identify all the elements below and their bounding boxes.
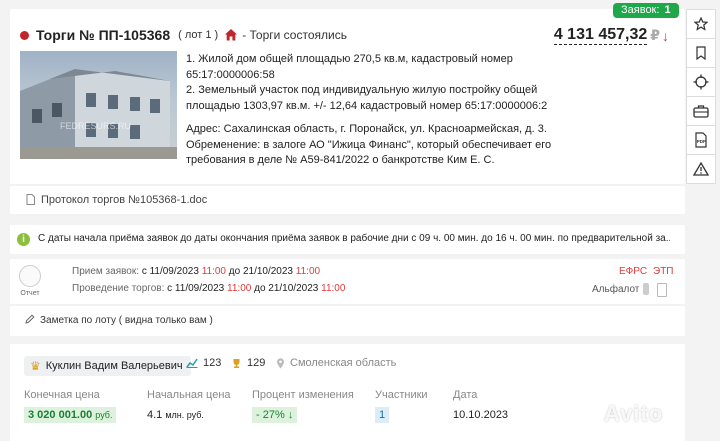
document-row: Протокол торгов №105368-1.doc xyxy=(10,186,685,214)
description-line: Адрес: Сахалинская область, г. Поронайск… xyxy=(186,123,547,135)
photo-watermark: FEDRESURS.RU xyxy=(60,121,131,131)
price-down-icon: ↓ xyxy=(662,27,669,44)
description-line: 1. Жилой дом общей площадью 270,5 кв.м, … xyxy=(186,53,513,65)
stat-chart: 123 xyxy=(186,357,221,369)
change-label: Процент изменения xyxy=(252,389,354,401)
date-col: Дата 10.10.2023 xyxy=(453,389,512,423)
auction-to: до 21/10/2023 xyxy=(254,283,319,294)
change-col: Процент изменения - 27% ↓ xyxy=(252,389,354,423)
location-pin-icon xyxy=(277,357,284,368)
note-label: Заметка по лоту ( видна только вам ) xyxy=(40,315,213,326)
participants-label: Участники xyxy=(375,389,428,401)
lot-price: 4 131 457,32 ₽ ↓ xyxy=(553,26,669,45)
acceptance-from-time: 11:00 xyxy=(201,266,226,277)
info-icon: i xyxy=(17,233,30,246)
auction-dates: Проведение торгов: с 11/09/2023 11:00 до… xyxy=(72,283,345,294)
region-label: Смоленская область xyxy=(290,357,397,369)
acceptance-to: до 21/10/2023 xyxy=(228,266,293,277)
briefcase-button[interactable] xyxy=(686,96,716,126)
locate-button[interactable] xyxy=(686,67,716,97)
status-dot xyxy=(20,30,29,40)
bookmark-icon xyxy=(696,46,706,60)
lot-title[interactable]: Торги № ПП-105368 xyxy=(36,27,170,43)
date-label: Дата xyxy=(453,389,478,401)
lot-title-row: Торги № ПП-105368 ( лот 1 ) - Торги сост… xyxy=(20,26,347,44)
final-price-value: 3 020 001.00 руб. xyxy=(24,407,117,423)
stat-chart-value: 123 xyxy=(203,357,222,369)
currency-sign: ₽ xyxy=(650,27,660,43)
auction-label: Проведение торгов: xyxy=(72,283,165,294)
final-price-col: Конечная цена 3 020 001.00 руб. xyxy=(24,389,117,423)
pin-icon[interactable] xyxy=(643,283,649,295)
info-text[interactable]: С даты начала приёма заявок до даты окон… xyxy=(38,233,670,244)
note-row[interactable]: Заметка по лоту ( видна только вам ) xyxy=(10,306,685,336)
stat-trophy: 129 xyxy=(231,357,265,369)
winner-region: Смоленская область xyxy=(276,357,396,369)
document-icon xyxy=(26,194,35,205)
winner-card: ♛ Куклин Вадим Валерьевич 123 129 Смолен… xyxy=(10,344,685,441)
svg-text:PDF: PDF xyxy=(697,139,706,144)
description-line: площадью 1303,97 кв.м. +/- 12,64 кадастр… xyxy=(186,99,548,112)
info-row: i С даты начала приёма заявок до даты ок… xyxy=(10,225,685,254)
winner-name-chip[interactable]: ♛ Куклин Вадим Валерьевич xyxy=(24,356,191,376)
report-icon xyxy=(19,265,41,287)
document-link[interactable]: Протокол торгов №105368-1.doc xyxy=(41,194,207,206)
star-icon xyxy=(694,17,708,31)
report-label: Отчет xyxy=(20,290,40,297)
participants-col: Участники 1 xyxy=(375,389,428,423)
etp-link[interactable]: ЭТП xyxy=(653,266,673,277)
final-price-label: Конечная цена xyxy=(24,389,100,401)
applications-badge-count: 1 xyxy=(664,4,671,16)
bookmark-button[interactable] xyxy=(686,38,716,68)
participants-value: 1 xyxy=(375,407,390,423)
acceptance-label: Прием заявок: xyxy=(72,266,140,277)
auction-from-time: 11:00 xyxy=(227,283,252,294)
pdf-icon: PDF xyxy=(695,132,707,148)
crown-icon: ♛ xyxy=(30,359,41,373)
home-icon xyxy=(225,29,238,41)
pencil-icon xyxy=(25,314,35,324)
report-problem-button[interactable] xyxy=(686,154,716,184)
winner-name: Куклин Вадим Валерьевич xyxy=(45,360,183,372)
acceptance-dates: Прием заявок: с 11/09/2023 11:00 до 21/1… xyxy=(72,266,320,277)
auction-from: с 11/09/2023 xyxy=(167,283,225,294)
description-line: Обременение: в залоге АО "Ижица Финанс",… xyxy=(186,138,552,151)
applications-badge-label: Заявок: xyxy=(621,4,660,16)
start-price-value: 4.1 млн. руб. xyxy=(147,409,204,421)
description-line: 65:17:0000006:58 xyxy=(186,68,275,81)
price-value[interactable]: 4 131 457,32 xyxy=(553,26,648,45)
efrs-link[interactable]: ЕФРС xyxy=(619,266,647,277)
applications-badge[interactable]: Заявок: 1 xyxy=(613,3,679,18)
building-image: FEDRESURS.RU xyxy=(20,69,177,159)
down-arrow-icon: ↓ xyxy=(287,409,294,421)
description-line: требования в деле № А59-841/2022 о банкр… xyxy=(186,154,495,166)
warning-icon xyxy=(693,162,709,176)
change-value: - 27% ↓ xyxy=(252,407,298,423)
lot-number: ( лот 1 ) xyxy=(178,29,219,41)
clipboard-icon[interactable] xyxy=(657,283,667,297)
description-line: 2. Земельный участок под индивидуальную … xyxy=(186,84,538,96)
lot-status: - Торги состоялись xyxy=(242,28,347,42)
date-value: 10.10.2023 xyxy=(453,409,509,421)
report-button[interactable]: Отчет xyxy=(17,265,43,297)
lot-card: Торги № ПП-105368 ( лот 1 ) - Торги сост… xyxy=(10,9,685,184)
briefcase-icon xyxy=(693,105,709,118)
lot-description: 1. Жилой дом общей площадью 270,5 кв.м, … xyxy=(186,52,556,169)
start-price-label: Начальная цена xyxy=(147,389,231,401)
acceptance-from: с 11/09/2023 xyxy=(141,266,199,277)
acceptance-to-time: 11:00 xyxy=(295,266,321,277)
schedule-row: Отчет Прием заявок: с 11/09/2023 11:00 д… xyxy=(10,259,685,304)
trophy-icon xyxy=(233,358,240,368)
favorite-button[interactable] xyxy=(686,9,716,39)
platform-name[interactable]: Альфалот xyxy=(592,284,639,295)
crosshair-icon xyxy=(693,74,709,90)
pdf-button[interactable]: PDF xyxy=(686,125,716,155)
avito-watermark: Avito xyxy=(604,401,664,426)
auction-to-time: 11:00 xyxy=(321,283,346,294)
start-price-col: Начальная цена 4.1 млн. руб. xyxy=(147,389,231,423)
chart-icon xyxy=(186,358,198,368)
lot-photo[interactable]: FEDRESURS.RU xyxy=(20,51,177,159)
stat-trophy-value: 129 xyxy=(247,357,266,369)
